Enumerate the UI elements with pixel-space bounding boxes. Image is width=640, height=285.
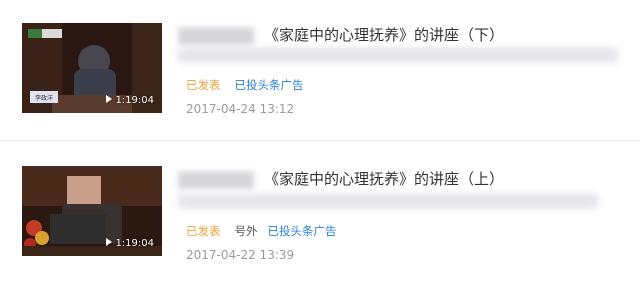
duration-text: 1:19:04	[115, 95, 154, 106]
video-thumbnail[interactable]: 1:19:04	[22, 166, 162, 256]
article-tags: 已发表 已投头条广告	[186, 77, 304, 93]
thumb-caption: 李政洋	[35, 94, 53, 102]
channel-toutiao-ad[interactable]: 已投头条广告	[268, 224, 337, 238]
article-title[interactable]: 《家庭中的心理抚养》的讲座（下）	[178, 24, 504, 45]
video-duration: 1:19:04	[106, 95, 154, 107]
tag-extra: 号外	[234, 224, 258, 238]
divider	[0, 140, 640, 141]
duration-text: 1:19:04	[115, 238, 154, 249]
article-title-text: 《家庭中的心理抚养》的讲座（下）	[264, 26, 505, 44]
article-item[interactable]: 李政洋 1:19:04 《家庭中的心理抚养》的讲座（下） 已发表 已投头条广告 2…	[0, 0, 640, 135]
video-duration: 1:19:04	[106, 238, 154, 250]
publish-date: 2017-04-24 13:12	[186, 102, 295, 116]
video-thumbnail[interactable]: 李政洋 1:19:04	[22, 23, 162, 113]
status-published: 已发表	[186, 78, 221, 92]
redacted-summary	[178, 48, 618, 62]
article-tags: 已发表 号外 已投头条广告	[186, 223, 337, 239]
article-title-text: 《家庭中的心理抚养》的讲座（上）	[264, 170, 505, 188]
channel-toutiao-ad[interactable]: 已投头条广告	[235, 78, 304, 92]
article-list: 李政洋 1:19:04 《家庭中的心理抚养》的讲座（下） 已发表 已投头条广告 2…	[0, 0, 640, 285]
redacted-author	[178, 26, 254, 45]
play-icon	[106, 95, 113, 103]
redacted-author	[178, 170, 254, 189]
redacted-summary	[178, 194, 598, 208]
article-title[interactable]: 《家庭中的心理抚养》的讲座（上）	[178, 168, 504, 189]
publish-date: 2017-04-22 13:39	[186, 248, 295, 262]
status-published: 已发表	[186, 224, 221, 238]
article-item[interactable]: 1:19:04 《家庭中的心理抚养》的讲座（上） 已发表 号外 已投头条广告 201…	[0, 142, 640, 277]
play-icon	[106, 238, 113, 246]
